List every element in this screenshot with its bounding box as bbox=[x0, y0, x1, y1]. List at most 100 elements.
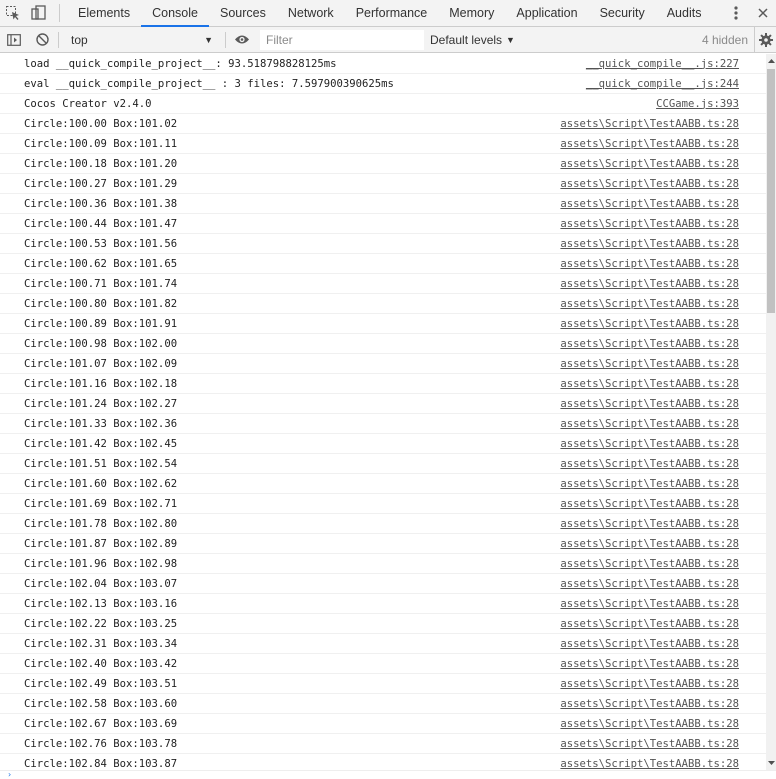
device-toolbar-icon[interactable] bbox=[26, 0, 52, 26]
message-text: Circle:100.18 Box:101.20 bbox=[24, 157, 178, 170]
message-source-link[interactable]: assets\Script\TestAABB.ts:28 bbox=[560, 414, 739, 433]
message-source-link[interactable]: assets\Script\TestAABB.ts:28 bbox=[560, 714, 739, 733]
close-icon[interactable] bbox=[750, 8, 776, 18]
message-text: Circle:101.16 Box:102.18 bbox=[24, 377, 178, 390]
message-text: Circle:101.33 Box:102.36 bbox=[24, 417, 178, 430]
console-message: Circle:101.24 Box:102.27 assets\Script\Te… bbox=[0, 394, 766, 414]
console-message: Circle:100.36 Box:101.38 assets\Script\Te… bbox=[0, 194, 766, 214]
message-text: Circle:102.04 Box:103.07 bbox=[24, 577, 178, 590]
tab-audits[interactable]: Audits bbox=[656, 0, 713, 26]
message-source-link[interactable]: assets\Script\TestAABB.ts:28 bbox=[560, 334, 739, 353]
scroll-down-arrow-icon[interactable] bbox=[766, 756, 776, 770]
message-text: Circle:102.31 Box:103.34 bbox=[24, 637, 178, 650]
message-text: Circle:100.80 Box:101.82 bbox=[24, 297, 178, 310]
message-source-link[interactable]: assets\Script\TestAABB.ts:28 bbox=[560, 534, 739, 553]
console-message: Circle:102.67 Box:103.69 assets\Script\Te… bbox=[0, 714, 766, 734]
console-message: Circle:102.40 Box:103.42 assets\Script\Te… bbox=[0, 654, 766, 674]
message-source-link[interactable]: assets\Script\TestAABB.ts:28 bbox=[560, 294, 739, 313]
tab-bar-actions bbox=[722, 0, 776, 26]
message-source-link[interactable]: assets\Script\TestAABB.ts:28 bbox=[560, 614, 739, 633]
message-source-link[interactable]: assets\Script\TestAABB.ts:28 bbox=[560, 194, 739, 213]
message-source-link[interactable]: assets\Script\TestAABB.ts:28 bbox=[560, 554, 739, 573]
message-text: Circle:101.42 Box:102.45 bbox=[24, 437, 178, 450]
message-text: Cocos Creator v2.4.0 bbox=[24, 97, 152, 110]
message-source-link[interactable]: assets\Script\TestAABB.ts:28 bbox=[560, 154, 739, 173]
message-source-link[interactable]: assets\Script\TestAABB.ts:28 bbox=[560, 674, 739, 693]
settings-gear-icon[interactable] bbox=[754, 27, 776, 53]
message-source-link[interactable]: assets\Script\TestAABB.ts:28 bbox=[560, 234, 739, 253]
panel-tabs: Elements Console Sources Network Perform… bbox=[67, 0, 713, 27]
console-message: Circle:100.98 Box:102.00 assets\Script\Te… bbox=[0, 334, 766, 354]
message-source-link[interactable]: assets\Script\TestAABB.ts:28 bbox=[560, 454, 739, 473]
console-message: Circle:102.76 Box:103.78 assets\Script\Te… bbox=[0, 734, 766, 754]
tab-security[interactable]: Security bbox=[589, 0, 656, 26]
console-message: Circle:102.22 Box:103.25 assets\Script\Te… bbox=[0, 614, 766, 634]
message-text: Circle:102.58 Box:103.60 bbox=[24, 697, 178, 710]
message-text: Circle:100.89 Box:101.91 bbox=[24, 317, 178, 330]
tab-network[interactable]: Network bbox=[277, 0, 345, 26]
message-source-link[interactable]: assets\Script\TestAABB.ts:28 bbox=[560, 654, 739, 673]
message-source-link[interactable]: assets\Script\TestAABB.ts:28 bbox=[560, 734, 739, 753]
message-text: Circle:100.62 Box:101.65 bbox=[24, 257, 178, 270]
console-message: Circle:101.78 Box:102.80 assets\Script\Te… bbox=[0, 514, 766, 534]
message-source-link[interactable]: assets\Script\TestAABB.ts:28 bbox=[560, 174, 739, 193]
sidebar-toggle-icon[interactable] bbox=[0, 27, 28, 53]
console-message: Circle:100.18 Box:101.20 assets\Script\Te… bbox=[0, 154, 766, 174]
tab-elements[interactable]: Elements bbox=[67, 0, 141, 26]
devtools-tab-bar: Elements Console Sources Network Perform… bbox=[0, 0, 776, 27]
filter-input[interactable] bbox=[260, 29, 424, 50]
console-message: Circle:100.89 Box:101.91 assets\Script\Te… bbox=[0, 314, 766, 334]
message-source-link[interactable]: assets\Script\TestAABB.ts:28 bbox=[560, 634, 739, 653]
message-source-link[interactable]: assets\Script\TestAABB.ts:28 bbox=[560, 694, 739, 713]
message-source-link[interactable]: assets\Script\TestAABB.ts:28 bbox=[560, 374, 739, 393]
message-source-link[interactable]: __quick_compile__.js:244 bbox=[586, 74, 739, 93]
clear-console-icon[interactable] bbox=[28, 27, 56, 53]
console-prompt[interactable]: › bbox=[0, 770, 776, 779]
tab-performance[interactable]: Performance bbox=[345, 0, 439, 26]
message-source-link[interactable]: CCGame.js:393 bbox=[656, 94, 739, 113]
message-source-link[interactable]: assets\Script\TestAABB.ts:28 bbox=[560, 514, 739, 533]
toolbar-divider bbox=[58, 31, 59, 48]
tab-memory[interactable]: Memory bbox=[438, 0, 505, 26]
log-levels-dropdown[interactable]: Default levels ▼ bbox=[430, 30, 515, 50]
console-message: Circle:101.96 Box:102.98 assets\Script\Te… bbox=[0, 554, 766, 574]
live-expression-eye-icon[interactable] bbox=[228, 27, 256, 53]
message-source-link[interactable]: assets\Script\TestAABB.ts:28 bbox=[560, 134, 739, 153]
console-message: Circle:101.16 Box:102.18 assets\Script\Te… bbox=[0, 374, 766, 394]
scrollbar-thumb[interactable] bbox=[767, 69, 775, 313]
message-source-link[interactable]: assets\Script\TestAABB.ts:28 bbox=[560, 354, 739, 373]
message-source-link[interactable]: assets\Script\TestAABB.ts:28 bbox=[560, 214, 739, 233]
tab-sources[interactable]: Sources bbox=[209, 0, 277, 26]
message-text: Circle:100.27 Box:101.29 bbox=[24, 177, 178, 190]
console-message: Circle:100.53 Box:101.56 assets\Script\Te… bbox=[0, 234, 766, 254]
console-message: Circle:101.69 Box:102.71 assets\Script\Te… bbox=[0, 494, 766, 514]
message-source-link[interactable]: assets\Script\TestAABB.ts:28 bbox=[560, 494, 739, 513]
context-selector[interactable]: top ▼ bbox=[65, 30, 219, 50]
message-text: load __quick_compile_project__: 93.51879… bbox=[24, 57, 337, 70]
message-source-link[interactable]: assets\Script\TestAABB.ts:28 bbox=[560, 314, 739, 333]
message-text: Circle:101.69 Box:102.71 bbox=[24, 497, 178, 510]
tab-console[interactable]: Console bbox=[141, 0, 209, 27]
message-text: Circle:102.76 Box:103.78 bbox=[24, 737, 178, 750]
message-source-link[interactable]: assets\Script\TestAABB.ts:28 bbox=[560, 254, 739, 273]
message-text: Circle:101.96 Box:102.98 bbox=[24, 557, 178, 570]
message-source-link[interactable]: assets\Script\TestAABB.ts:28 bbox=[560, 474, 739, 493]
inspect-element-icon[interactable] bbox=[0, 0, 26, 26]
console-scrollbar[interactable] bbox=[766, 54, 776, 770]
message-source-link[interactable]: assets\Script\TestAABB.ts:28 bbox=[560, 274, 739, 293]
message-source-link[interactable]: assets\Script\TestAABB.ts:28 bbox=[560, 574, 739, 593]
message-source-link[interactable]: __quick_compile__.js:227 bbox=[586, 54, 739, 73]
message-source-link[interactable]: assets\Script\TestAABB.ts:28 bbox=[560, 394, 739, 413]
console-messages: load __quick_compile_project__: 93.51879… bbox=[0, 54, 766, 770]
scroll-up-arrow-icon[interactable] bbox=[766, 54, 776, 68]
message-source-link[interactable]: assets\Script\TestAABB.ts:28 bbox=[560, 594, 739, 613]
tab-application[interactable]: Application bbox=[505, 0, 588, 26]
message-source-link[interactable]: assets\Script\TestAABB.ts:28 bbox=[560, 754, 739, 770]
more-options-icon[interactable] bbox=[722, 6, 750, 20]
message-source-link[interactable]: assets\Script\TestAABB.ts:28 bbox=[560, 434, 739, 453]
message-source-link[interactable]: assets\Script\TestAABB.ts:28 bbox=[560, 114, 739, 133]
dropdown-arrow-icon: ▼ bbox=[506, 34, 515, 45]
context-value: top bbox=[71, 32, 88, 47]
toolbar-divider bbox=[59, 4, 60, 22]
log-levels-label: Default levels bbox=[430, 32, 503, 47]
